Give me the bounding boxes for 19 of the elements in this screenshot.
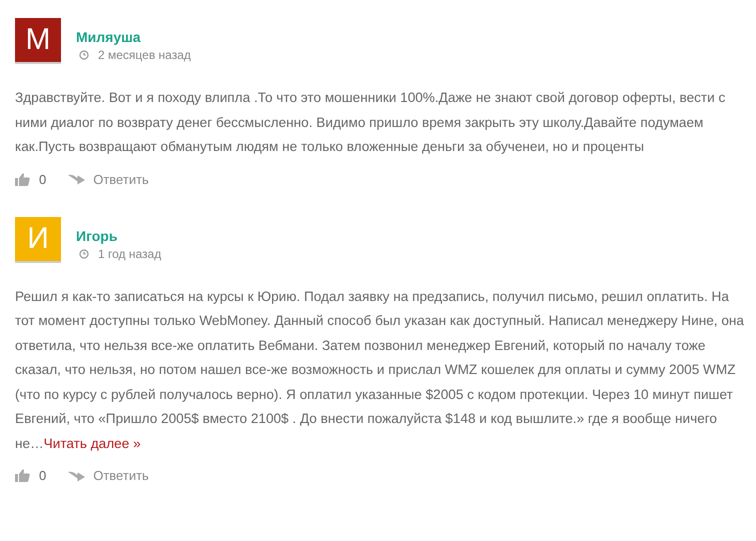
read-more-link[interactable]: Читать далее » (44, 436, 141, 450)
comment-time: 2 месяцев назад (98, 48, 191, 62)
reply-arrow-icon (68, 173, 86, 185)
comment-text: Решил я как-то записаться на курсы к Юрию. Подал заявку на предзапись, получил письмо, решил оплатить. На тот момент доступны только WebMoney. Данный способ был указан как доступный. Написал менеджеру Нине, она ответила, что нельзя все-же оплатить Вебмани. Затем позвонил менеджер Евгений, который по началу тоже сказал, что нельзя, но потом нашел все-же возможность и прислал WMZ кошелек для оплаты и сумму 2005 WMZ (что по курсу с рублей получалось верно). Я оплатил указанные $2005 с кодом протекции. Через 10 минут пишет Евгений, что «Пришло 2005$ вместо 2100$ . До внести пожалуйста $148 и код вышлите.» где я вообще ничего не…Читать далее » (15, 288, 745, 453)
clock-icon (79, 248, 89, 258)
reply-arrow-icon (68, 470, 86, 482)
comment-text: Здравствуйте. Вот и я походу влипла .То что это мошенники 100%.Даже не знают свой договор оферты, вести с ними диалог по возврату денег бессмысленно. Видимо пришло время закрыть эту школу.Давайте подумаем как.Пусть возвращают обманутым людям не только вложенные деньги за обученеи, но и проценты (15, 89, 726, 156)
reply-button[interactable]: Ответить (68, 172, 149, 186)
author-name[interactable]: Игорь (76, 228, 162, 244)
author-name[interactable]: Миляуша (76, 29, 191, 45)
thumbs-up-icon[interactable] (15, 469, 30, 482)
avatar: М (15, 18, 61, 64)
like-count: 0 (39, 172, 46, 186)
reply-button[interactable]: Ответить (68, 468, 149, 483)
clock-icon (79, 50, 89, 60)
comment-time: 1 год назад (98, 246, 162, 260)
thumbs-up-icon[interactable] (15, 172, 30, 186)
avatar: И (15, 216, 61, 262)
like-count: 0 (39, 468, 46, 483)
